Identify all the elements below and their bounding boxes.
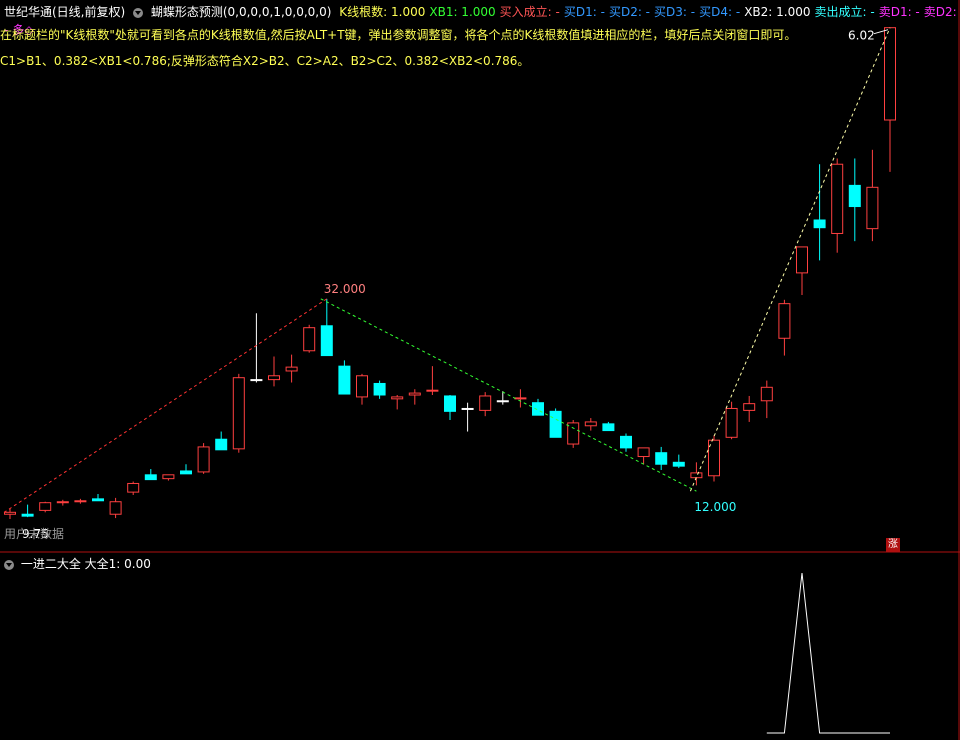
- main-chart-panel[interactable]: 32.000 12.000 6.02 9.75 世纪华通(日线,前复权) 蝴蝶形态预测…: [0, 0, 960, 553]
- candle-body: [637, 447, 650, 458]
- header-item: 买D3: -: [654, 5, 696, 19]
- candle-body: [620, 435, 632, 449]
- header-item: 买D1: -: [563, 5, 605, 19]
- candle-body: [21, 513, 34, 517]
- user-data-overlay: 用户未数据: [4, 527, 65, 541]
- candle-body: [268, 375, 280, 381]
- pattern-line: [689, 27, 891, 492]
- candle-body: [320, 325, 333, 357]
- candle-body: [514, 397, 527, 400]
- header-item: XB2: 1.000: [744, 5, 811, 19]
- instruction-note-2: C1>B1、0.382<XB1<0.786;反弹形态符合X2>B2、C2>A2、…: [0, 54, 530, 68]
- header-item: K线根数: 1.000: [339, 5, 426, 19]
- candle-body: [74, 500, 87, 503]
- candle-body: [479, 395, 492, 411]
- candle-body: [532, 402, 544, 416]
- candle-body: [496, 400, 509, 403]
- header-item: XB1: 1.000: [429, 5, 496, 19]
- candle-body: [760, 386, 773, 402]
- candle-body: [197, 446, 210, 473]
- candle-body: [584, 421, 597, 427]
- sub-indicator-line: [766, 572, 890, 734]
- candle-body: [725, 407, 738, 438]
- high-price-label: 32.000: [324, 282, 366, 296]
- chevron-down-icon[interactable]: [133, 7, 144, 18]
- candle-body: [831, 163, 844, 234]
- candle-body: [127, 482, 140, 493]
- candle-body: [4, 511, 16, 515]
- candle-body: [92, 498, 104, 502]
- header-item: 买D2: -: [608, 5, 651, 19]
- candle-body: [461, 407, 474, 410]
- candle-body: [303, 327, 316, 352]
- candle-body: [109, 501, 122, 515]
- candle-body: [672, 461, 685, 467]
- low-price-label: 12.000: [694, 500, 736, 514]
- candle-body: [232, 377, 245, 450]
- candle-body: [690, 472, 703, 479]
- candle-body: [215, 438, 228, 451]
- indicator-name[interactable]: 蝴蝶形态预测(0,0,0,0,1,0,0,0,0): [151, 5, 332, 19]
- instruction-note-1: 在标题栏的"K线根数"处就可看到各点的K线根数值,然后按ALT+T键，弹出参数调…: [0, 28, 797, 42]
- candle-body: [56, 501, 69, 504]
- candle-body: [602, 423, 615, 432]
- last-price-label: 6.02: [848, 29, 875, 43]
- candle-body: [884, 27, 896, 121]
- candle-body: [144, 474, 157, 481]
- candle-body: [285, 366, 298, 372]
- candle-body: [743, 403, 756, 411]
- candle-body: [848, 184, 861, 208]
- candle-body: [338, 365, 351, 395]
- candle-body: [866, 186, 879, 230]
- candle-body: [426, 389, 439, 392]
- header-item: 卖出成立: -: [814, 5, 875, 19]
- stock-title[interactable]: 世纪华通(日线,前复权): [4, 5, 125, 19]
- rise-badge[interactable]: 涨: [886, 538, 900, 552]
- sub-indicator-chart[interactable]: [0, 553, 960, 740]
- candle-body: [796, 246, 808, 274]
- candle-body: [444, 395, 456, 412]
- candle-body: [391, 396, 404, 400]
- candle-body: [180, 470, 192, 475]
- candle-body: [250, 379, 263, 382]
- header-item: 买D4: -: [699, 5, 741, 19]
- candle-body: [373, 382, 386, 396]
- candle-body: [549, 410, 562, 438]
- candle-body: [39, 502, 52, 511]
- candle-body: [356, 375, 368, 398]
- candle-body: [778, 303, 791, 339]
- candle-body: [655, 452, 668, 465]
- candle-body: [813, 219, 826, 229]
- candle-body: [162, 474, 175, 480]
- header-item: 卖D1: -: [878, 5, 920, 19]
- header-item: 买入成立: -: [499, 5, 560, 19]
- candle-body: [567, 422, 580, 445]
- pattern-line: [3, 298, 328, 513]
- candlestick-chart[interactable]: 32.00012.0006.029.75: [0, 0, 960, 553]
- chart-header: 世纪华通(日线,前复权) 蝴蝶形态预测(0,0,0,0,1,0,0,0,0) K…: [4, 3, 960, 37]
- candle-body: [408, 392, 421, 396]
